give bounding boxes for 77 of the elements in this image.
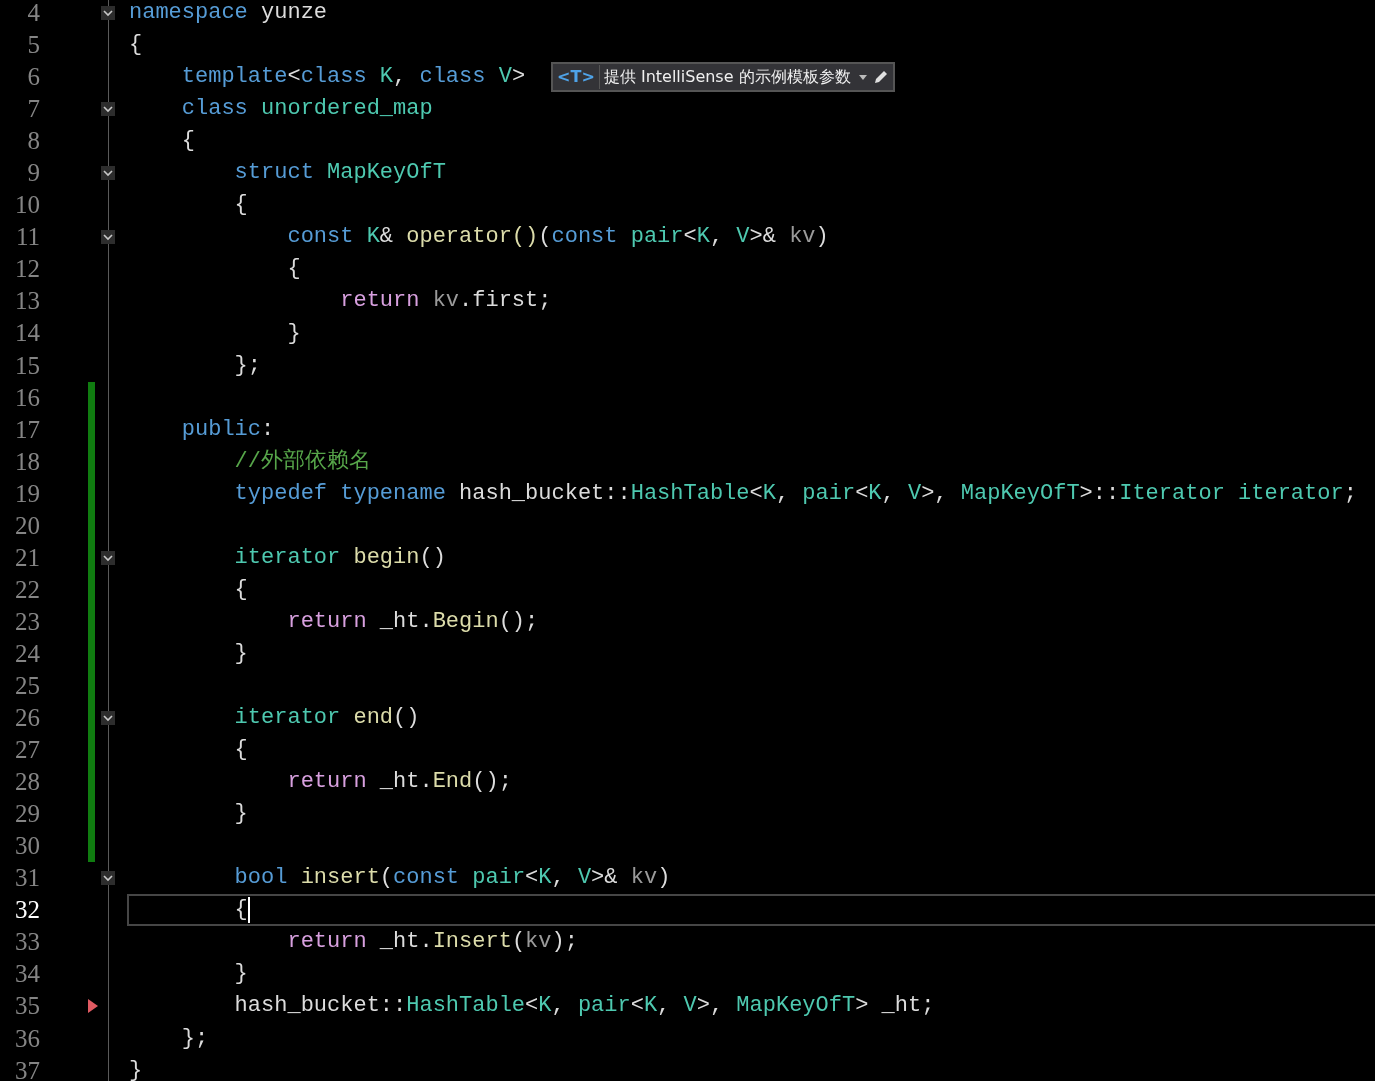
code-line: { — [180, 127, 195, 156]
line-number: 19 — [14, 478, 40, 509]
code-line: iterator begin() — [233, 543, 446, 572]
line-number: 35 — [14, 991, 40, 1022]
collapse-chevron-icon[interactable] — [101, 711, 115, 726]
line-number: 28 — [14, 767, 40, 798]
template-tag: <T> — [553, 65, 600, 90]
code-line: }; — [180, 1024, 209, 1053]
collapse-chevron-icon[interactable] — [101, 6, 115, 20]
line-number: 32 — [14, 895, 40, 926]
line-number: 25 — [14, 671, 40, 701]
code-line: template<class K, class V> — [180, 63, 526, 92]
code-line: } — [233, 960, 248, 989]
text-cursor — [247, 897, 250, 924]
line-number: 10 — [14, 190, 40, 221]
line-number: 14 — [14, 318, 40, 349]
collapse-chevron-icon[interactable] — [101, 871, 115, 886]
code-line: bool insert(const pair<K, V>& kv) — [233, 864, 671, 893]
code-line: return _ht.Begin(); — [286, 607, 539, 636]
line-number: 36 — [14, 1023, 40, 1054]
code-line: //外部依赖名 — [233, 447, 372, 476]
code-line: namespace yunze — [129, 0, 328, 28]
caret-icon[interactable] — [858, 74, 867, 80]
code-line: { — [233, 575, 248, 604]
code-line: { — [233, 896, 248, 925]
code-line: } — [286, 319, 301, 348]
code-line: { — [233, 736, 248, 765]
line-number: 29 — [14, 799, 40, 830]
code-line: }; — [233, 351, 262, 380]
line-number: 16 — [14, 382, 40, 413]
code-line: class unordered_map — [180, 95, 433, 124]
line-number: 18 — [14, 446, 40, 477]
code-line: typedef typename hash_bucket::HashTable<K, pair<K, V>, MapKeyOfT>::Iterator iterator; — [233, 479, 1357, 508]
code-line: return kv.first; — [339, 287, 552, 316]
code-line: } — [233, 800, 248, 829]
code-line: return _ht.Insert(kv); — [286, 928, 578, 957]
line-number: 24 — [14, 638, 40, 669]
line-number: 12 — [14, 254, 40, 285]
line-number: 34 — [14, 959, 40, 990]
line-number: 13 — [14, 286, 40, 317]
code-line: return _ht.End(); — [286, 768, 512, 797]
line-number: 33 — [14, 927, 40, 958]
code-line: iterator end() — [233, 704, 420, 733]
code-line: { — [233, 191, 248, 220]
intellisense-hint[interactable]: <T> 提供 IntelliSense 的示例模板参数 — [551, 62, 895, 93]
line-number: 7 — [26, 94, 40, 125]
code-line: { — [286, 255, 301, 284]
line-number: 8 — [26, 126, 40, 157]
collapse-chevron-icon[interactable] — [101, 102, 115, 117]
code-line: } — [129, 1056, 143, 1081]
code-line: { — [129, 31, 143, 60]
code-line: public: — [180, 415, 275, 444]
line-number: 21 — [14, 542, 40, 573]
code-line: } — [233, 639, 248, 668]
line-number: 15 — [14, 350, 40, 381]
line-number: 26 — [14, 703, 40, 734]
line-number: 20 — [14, 510, 40, 541]
line-number: 37 — [14, 1055, 40, 1081]
line-number: 30 — [14, 831, 40, 862]
line-number: 4 — [26, 0, 40, 28]
line-number: 31 — [14, 863, 40, 894]
line-number: 9 — [26, 158, 40, 189]
line-number: 5 — [26, 30, 40, 61]
line-number: 6 — [26, 62, 40, 93]
line-number: 17 — [14, 414, 40, 445]
code-line: hash_bucket::HashTable<K, pair<K, V>, MapKeyOfT> _ht; — [233, 992, 935, 1021]
line-number: 27 — [14, 735, 40, 766]
collapse-chevron-icon[interactable] — [101, 550, 115, 565]
hint-text: 提供 IntelliSense 的示例模板参数 — [602, 66, 852, 88]
line-number: 23 — [14, 606, 40, 637]
collapse-chevron-icon[interactable] — [101, 230, 115, 245]
line-number: 11 — [14, 222, 40, 253]
pencil-icon[interactable] — [872, 69, 889, 86]
line-number: 22 — [14, 574, 40, 605]
collapse-chevron-icon[interactable] — [101, 166, 115, 181]
code-line: struct MapKeyOfT — [233, 159, 446, 188]
code-line: const K& operator()(const pair<K, V>& kv) — [286, 223, 829, 252]
